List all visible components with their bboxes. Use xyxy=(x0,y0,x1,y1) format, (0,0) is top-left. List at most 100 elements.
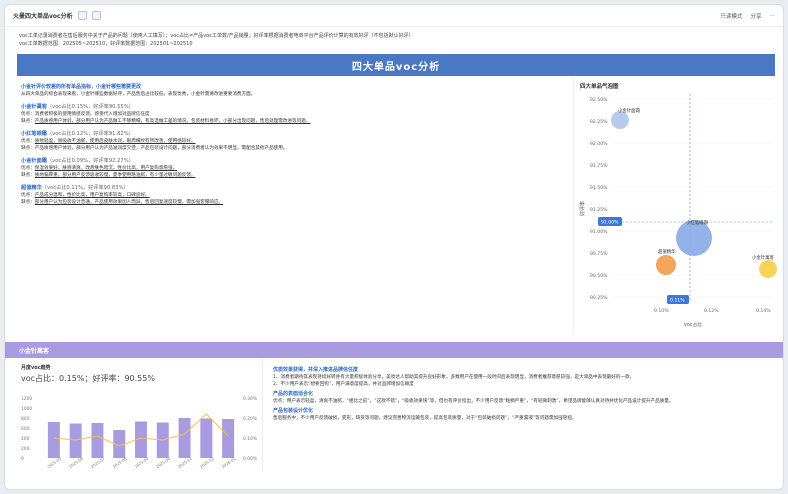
product-block: 小红笔眼霜（voc占比0.12%，好评率91.82%） 优点：质地轻盈，易吸收不… xyxy=(21,131,567,152)
y-tick: 90.25% xyxy=(590,295,608,301)
analysis-text: 小金针评价较差的所有单品指标，小金针哪些需要更改 从四大单品的综合表现来看，小金… xyxy=(17,76,573,334)
product-stat: （voc占比0.09%，好评率92.27%） xyxy=(46,158,134,164)
y-tick: 92.50% xyxy=(590,97,608,103)
product-block: 小金针面霜（voc占比0.09%，好评率92.27%） 优点：保湿效果好，肤感清… xyxy=(21,158,567,179)
ref-y-label: 91.00% xyxy=(601,220,619,226)
y-right-tick: 0.30% xyxy=(243,396,257,402)
bubble-y-label: 好评率 xyxy=(579,201,586,216)
product-name: 小金针萬客 xyxy=(21,104,47,110)
more-icon[interactable]: ⋯ xyxy=(770,13,776,19)
product-stat: （voc占比0.12%，好评率91.82%） xyxy=(46,131,134,137)
banner-title: 四大单品voc分析 xyxy=(351,61,441,73)
bubble-chart-title: 四大单品气泡图 xyxy=(580,82,619,90)
voc-bar[interactable] xyxy=(69,423,82,459)
insight-text: 2、不少用户表示“想要回购”，用户满意度提高，并对品牌增加信赖度 xyxy=(273,382,414,387)
product-stat: （voc占比0.15%，好评率90.55%） xyxy=(46,104,134,110)
section-header: 小金针萬客 xyxy=(5,342,783,358)
y-tick: 91.25% xyxy=(590,207,608,213)
y-tick: 91.50% xyxy=(590,185,608,191)
pros-label: 优点： xyxy=(21,139,35,144)
analysis-intro: 从四大单品的综合表现来看，小金针哪些数据好评，产品售后占比较低，表现优秀，小金针… xyxy=(21,92,256,97)
voc-bar[interactable] xyxy=(91,423,104,458)
y-left-tick: 0 xyxy=(21,456,24,462)
bubble-label: 超值精华 xyxy=(658,248,676,255)
y-left-tick: 1200 xyxy=(21,396,32,402)
voc-bar[interactable] xyxy=(200,418,213,459)
pros-text: 产品成分温和，性价比高，用户复购率较高，口碑良好。 xyxy=(34,193,150,198)
voc-bar[interactable] xyxy=(47,422,60,458)
y-right-tick: 0.00% xyxy=(243,456,257,462)
y-tick: 90.75% xyxy=(590,251,608,257)
insight-heading: 优质效果获得，并深入推进品牌信任度 xyxy=(273,367,359,373)
x-tick: 0.14% xyxy=(756,308,771,314)
y-right-tick: 0.20% xyxy=(243,416,257,422)
pros-label: 优点： xyxy=(21,166,35,171)
pros-label: 优点： xyxy=(21,112,35,117)
insight-heading: 产品的表面适合化 xyxy=(273,391,314,397)
meta-line-1: voc工单记录消费者在售后服务中关于产品的问题（使用人工填写）；voc占比=产品… xyxy=(19,33,414,39)
doc-mode-icon[interactable] xyxy=(77,11,87,20)
insight-heading: 产品包装设计优化 xyxy=(273,408,314,414)
cons-label: 缺点： xyxy=(21,173,35,178)
cons-text: 部分用户认为包装设计普通，产品使用效果因人而异，售后回复速度较慢，需加强客服响应… xyxy=(34,200,224,205)
cons-text: 产品质感用户体验，部分用户认为产品滋润度欠佳，产品包装设计问题，部分消费者认为效… xyxy=(34,146,288,151)
product-stat: （voc占比0.11%，好评率90.83%） xyxy=(41,185,129,191)
bottom-section: 月度voc趋势 voc占比：0.15%；好评率：90.55% 1200 1000… xyxy=(17,358,775,472)
y-left-tick: 400 xyxy=(21,436,30,442)
analysis-heading: 小金针评价较差的所有单品指标，小金针哪些需要更改 xyxy=(21,84,142,90)
bubble-label: 小红笔眼霜 xyxy=(686,219,709,226)
readonly-mode[interactable]: 只读模式 xyxy=(720,12,742,20)
star-icon[interactable] xyxy=(91,11,101,20)
title-bar: 火曼四大单品voc分析 只读模式 分享 ⋯ xyxy=(5,5,783,27)
share-button[interactable]: 分享 xyxy=(750,12,761,20)
product-block: 超值精华（voc占比0.11%，好评率90.83%） 优点：产品成分温和，性价比… xyxy=(21,185,567,206)
y-tick: 92.25% xyxy=(590,119,608,125)
product-block: 小金针萬客（voc占比0.15%，好评率90.55%） 优点：消费者积极的使用情… xyxy=(21,104,567,125)
meta-info: voc工单记录消费者在售后服务中关于产品的问题（使用人工填写）；voc占比=产品… xyxy=(5,27,783,48)
section-title: 小金针萬客 xyxy=(19,347,50,355)
bubble-x-label: voc占比 xyxy=(684,321,702,328)
bubble-label: 小金针萬客 xyxy=(752,254,775,261)
insight-text: 优点：用户表示轻盈，清爽不油腻，“相比之前”，“这款不错”，“吸收效果快”等，但… xyxy=(273,399,674,404)
bubble-chart-panel: 四大单品气泡图 好评率 92.50% 92.25% 92.00% 91.75% … xyxy=(573,76,777,334)
bubble-chart: 四大单品气泡图 好评率 92.50% 92.25% 92.00% 91.75% … xyxy=(579,82,777,328)
y-tick: 91.00% xyxy=(590,229,608,235)
product-name: 小金针面霜 xyxy=(21,158,47,164)
y-tick: 90.50% xyxy=(590,273,608,279)
pros-text: 保湿效果好，肤感清爽，改善肤色暗沉，性价比高，用户复购意愿强。 xyxy=(34,166,178,171)
product-name: 小红笔眼霜 xyxy=(21,131,47,137)
cons-label: 缺点： xyxy=(21,146,35,151)
bubble-point[interactable] xyxy=(656,255,676,275)
y-right-tick: 0.10% xyxy=(243,436,257,442)
cons-label: 缺点： xyxy=(21,119,35,124)
meta-line-2: voc工单数据范围：202505~202510；好评率数据范围：202501~2… xyxy=(19,41,193,47)
app-window: 火曼四大单品voc分析 只读模式 分享 ⋯ voc工单记录消费者在售后服务中关于… xyxy=(4,4,784,490)
x-tick: 0.12% xyxy=(704,308,719,314)
ref-x-label: 0.11% xyxy=(670,298,685,304)
trend-panel: 月度voc趋势 voc占比：0.15%；好评率：90.55% 1200 1000… xyxy=(17,358,263,472)
voc-bar[interactable] xyxy=(178,418,191,458)
cons-label: 缺点： xyxy=(21,200,35,205)
bubble-point[interactable] xyxy=(759,260,777,278)
pros-label: 优点： xyxy=(21,193,35,198)
y-tick: 91.75% xyxy=(590,163,608,169)
voc-bar[interactable] xyxy=(222,419,235,458)
bubble-label: 小金针面霜 xyxy=(618,107,641,114)
top-section: 小金针评价较差的所有单品指标，小金针哪些需要更改 从四大单品的综合表现来看，小金… xyxy=(17,76,777,334)
cons-text: 产品质感用户体验，部分用户认为产品做工不够精细，有高温做工差的情况，包装材料易坏… xyxy=(34,119,311,124)
x-tick: 0.10% xyxy=(654,308,669,314)
trend-chart: 1200 1000 800 600 400 200 0 0.30% 0.20% … xyxy=(21,396,257,469)
document-title: 火曼四大单品voc分析 xyxy=(13,13,73,20)
insight-text: 售后服务中，不少用户反馈破损，变形，缺货等问题，建议完善物流运输包装，提高包装质… xyxy=(273,416,577,421)
y-tick: 92.00% xyxy=(590,141,608,147)
pros-text: 消费者积极的使用情感反馈，感受代入增加对品牌信任度 xyxy=(34,112,150,117)
product-name: 超值精华 xyxy=(21,185,42,191)
cons-text: 质地偏厚重，部分用户反馈吸收较慢，夏季使用略油腻，有少量过敏问题反馈。 xyxy=(34,173,196,178)
y-left-tick: 200 xyxy=(21,446,30,452)
page-banner: 四大单品voc分析 xyxy=(17,54,775,76)
y-left-tick: 1000 xyxy=(21,406,32,412)
insight-text: 1、消费者期待其表现持续好转并有大量积极体验分享，美妆达人帮助其提升良好形象，多… xyxy=(273,375,635,380)
trend-stats: voc占比：0.15%；好评率：90.55% xyxy=(21,374,155,383)
trend-title: 月度voc趋势 xyxy=(21,365,51,371)
insights-panel: 优质效果获得，并深入推进品牌信任度 1、消费者期待其表现持续好转并有大量积极体验… xyxy=(263,358,775,472)
